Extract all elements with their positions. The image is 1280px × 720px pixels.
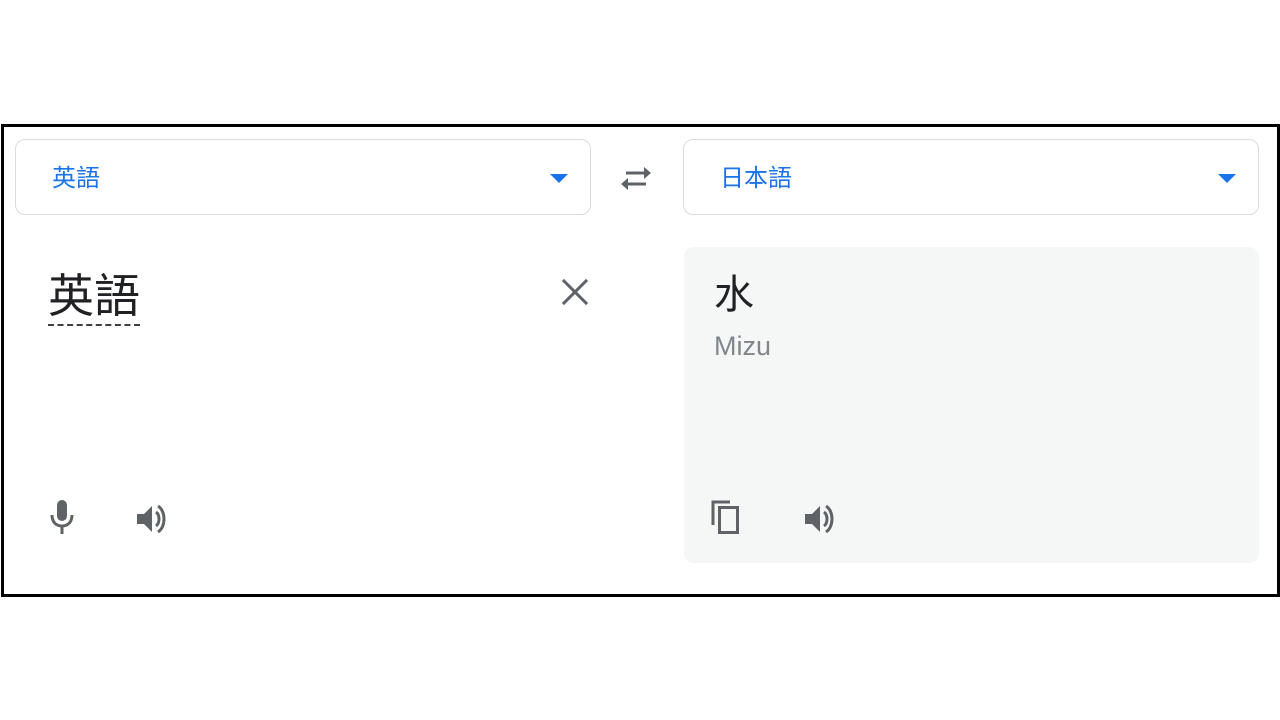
swap-languages-button[interactable]	[614, 159, 658, 199]
translation-text: 水	[714, 272, 754, 318]
close-icon	[561, 278, 589, 306]
volume-up-icon	[805, 504, 834, 534]
copy-translation-button[interactable]	[704, 495, 748, 539]
translation-romanization: Mizu	[714, 331, 772, 361]
source-language-label: 英語	[52, 164, 100, 192]
clear-source-button[interactable]	[556, 273, 594, 311]
volume-up-icon	[137, 504, 166, 534]
source-text-input[interactable]: 英語	[48, 269, 140, 326]
content-copy-icon	[711, 500, 739, 534]
listen-source-button[interactable]	[130, 497, 174, 541]
translation-output-panel: 水 Mizu	[684, 247, 1259, 563]
swap-horiz-icon	[621, 167, 651, 190]
mic-icon	[50, 500, 74, 534]
source-language-select[interactable]: 英語	[15, 139, 591, 215]
target-language-label: 日本語	[720, 164, 792, 192]
chevron-down-icon	[1218, 174, 1236, 183]
chevron-down-icon	[550, 174, 568, 183]
listen-translation-button[interactable]	[798, 497, 842, 541]
translate-widget: 英語 日本語 英語 水 Mizu	[1, 124, 1280, 597]
target-language-select[interactable]: 日本語	[683, 139, 1259, 215]
voice-input-button[interactable]	[40, 495, 84, 539]
